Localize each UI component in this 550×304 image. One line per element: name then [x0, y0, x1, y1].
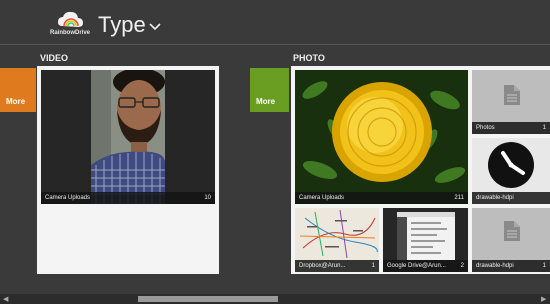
- scroll-left-arrow-icon[interactable]: ◀: [3, 295, 8, 303]
- tile-label: Dropbox@Arun...: [299, 263, 346, 269]
- photo-tile-drawable-hdpi[interactable]: drawable-hdpi 1: [472, 208, 550, 272]
- tile-caption: Google Drive@Arun... 2: [383, 260, 468, 272]
- tile-caption: Photos 1: [472, 122, 550, 134]
- tile-count: 1: [542, 263, 546, 269]
- video-section-title: VIDEO: [40, 53, 69, 63]
- tile-caption: Camera Uploads 10: [41, 192, 215, 204]
- photo-more-button[interactable]: More: [250, 68, 289, 112]
- photo-section-title: PHOTO: [293, 53, 325, 63]
- tile-label: Photos: [476, 125, 495, 131]
- video-thumbnail: [41, 70, 215, 204]
- map-thumbnail: [295, 208, 379, 260]
- photo-more-label: More: [256, 97, 276, 106]
- page-title[interactable]: Type: [98, 12, 146, 38]
- tile-label: Camera Uploads: [299, 195, 345, 201]
- video-tile-camera-uploads[interactable]: Camera Uploads 10: [41, 70, 215, 204]
- document-icon: [504, 221, 520, 241]
- video-more-button[interactable]: More: [0, 68, 36, 112]
- tile-caption: Dropbox@Arun... 1: [295, 260, 379, 272]
- scroll-right-arrow-icon[interactable]: ▶: [541, 295, 546, 303]
- tile-caption: drawable-hdpi 1: [472, 260, 550, 272]
- tile-count: 10: [204, 195, 211, 201]
- tile-label: drawable-hdpi: [476, 263, 514, 269]
- tile-caption: drawable-hdpi: [472, 192, 550, 204]
- screenshot-thumbnail: [383, 208, 468, 260]
- tile-count: 1: [371, 263, 375, 269]
- photo-tile-camera-uploads[interactable]: Camera Uploads 211: [295, 70, 468, 204]
- tile-count: 211: [454, 195, 464, 201]
- tile-caption: Camera Uploads 211: [295, 192, 468, 204]
- tile-count: 1: [542, 125, 546, 131]
- flower-thumbnail: [295, 70, 468, 204]
- document-icon: [504, 85, 520, 105]
- logo-text: RainbowDrive: [50, 30, 91, 36]
- clock-icon: [488, 142, 534, 188]
- photo-tile-dropbox[interactable]: Dropbox@Arun... 1: [295, 208, 379, 272]
- chevron-down-icon[interactable]: [148, 22, 162, 32]
- tile-label: drawable-hdpi: [476, 195, 514, 201]
- photo-tile-drawable-hdpi-clock[interactable]: drawable-hdpi: [472, 138, 550, 204]
- tile-label: Camera Uploads: [45, 195, 91, 201]
- video-more-label: More: [6, 97, 26, 106]
- scrollbar-thumb[interactable]: [138, 296, 278, 302]
- photo-tile-photos[interactable]: Photos 1: [472, 70, 550, 134]
- tile-label: Google Drive@Arun...: [387, 263, 446, 269]
- header-divider: [0, 44, 550, 45]
- tile-count: 2: [460, 263, 464, 269]
- photo-tile-google-drive[interactable]: Google Drive@Arun... 2: [383, 208, 468, 272]
